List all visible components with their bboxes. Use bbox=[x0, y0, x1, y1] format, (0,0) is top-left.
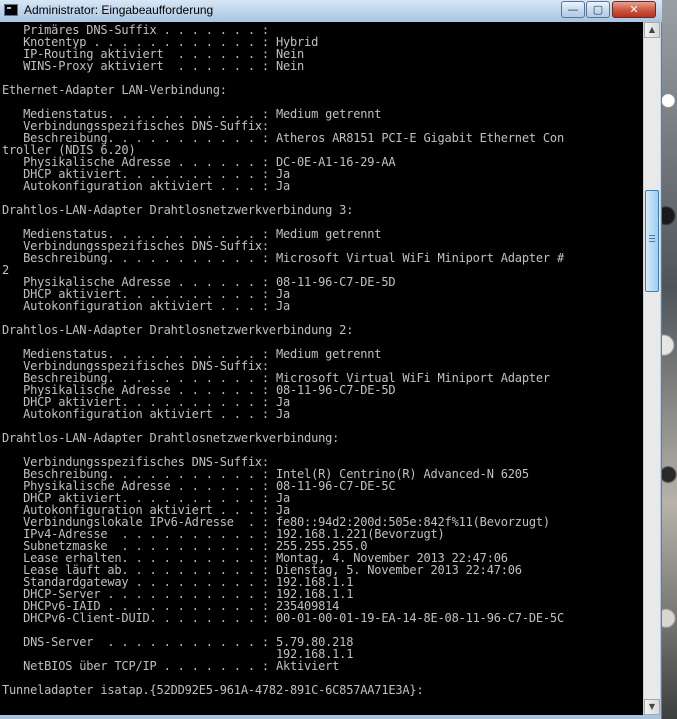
scroll-thumb[interactable] bbox=[645, 190, 659, 292]
grip-icon bbox=[649, 235, 655, 243]
console-line: Drahtlos-LAN-Adapter Drahtlosnetzwerkver… bbox=[2, 431, 340, 445]
console-line: Tunneladapter isatap.{52DD92E5-961A-4782… bbox=[2, 683, 424, 697]
console-line: DHCPv6-Client-DUID. . . . . . . . : 00-0… bbox=[2, 611, 564, 625]
console-line: Ethernet-Adapter LAN-Verbindung: bbox=[2, 83, 227, 97]
console-line: NetBIOS über TCP/IP . . . . . . . : Akti… bbox=[2, 659, 340, 673]
title-bar[interactable]: Administrator: Eingabeaufforderung — ▢ ✕ bbox=[0, 0, 662, 22]
minimize-button[interactable]: — bbox=[561, 1, 585, 18]
maximize-icon: ▢ bbox=[592, 3, 604, 16]
close-button[interactable]: ✕ bbox=[612, 1, 656, 18]
console-line: WINS-Proxy aktiviert . . . . . . : Nein bbox=[2, 59, 305, 73]
arrow-down-icon: ▼ bbox=[648, 702, 656, 711]
scroll-up-button[interactable]: ▲ bbox=[644, 22, 660, 38]
console-line: Autokonfiguration aktiviert . . . : Ja bbox=[2, 179, 291, 193]
minimize-icon: — bbox=[567, 3, 579, 16]
console-line: Drahtlos-LAN-Adapter Drahtlosnetzwerkver… bbox=[2, 203, 354, 217]
close-icon: ✕ bbox=[629, 3, 639, 16]
arrow-up-icon: ▲ bbox=[648, 25, 656, 34]
scroll-down-button[interactable]: ▼ bbox=[644, 699, 660, 715]
cmd-icon[interactable] bbox=[4, 4, 18, 16]
window-title: Administrator: Eingabeaufforderung bbox=[24, 3, 214, 17]
maximize-button[interactable]: ▢ bbox=[586, 1, 610, 18]
vertical-scrollbar[interactable]: ▲ ▼ bbox=[643, 22, 660, 715]
console-text: Primäres DNS-Suffix . . . . . . . : Knot… bbox=[2, 24, 564, 696]
console-output[interactable]: Primäres DNS-Suffix . . . . . . . : Knot… bbox=[0, 22, 643, 715]
console-line: Autokonfiguration aktiviert . . . : Ja bbox=[2, 407, 291, 421]
console-line: Autokonfiguration aktiviert . . . : Ja bbox=[2, 299, 291, 313]
console-line: Drahtlos-LAN-Adapter Drahtlosnetzwerkver… bbox=[2, 323, 354, 337]
console-line: Beschreibung. . . . . . . . . . . : Micr… bbox=[2, 251, 564, 265]
console-window: Administrator: Eingabeaufforderung — ▢ ✕… bbox=[0, 0, 662, 719]
